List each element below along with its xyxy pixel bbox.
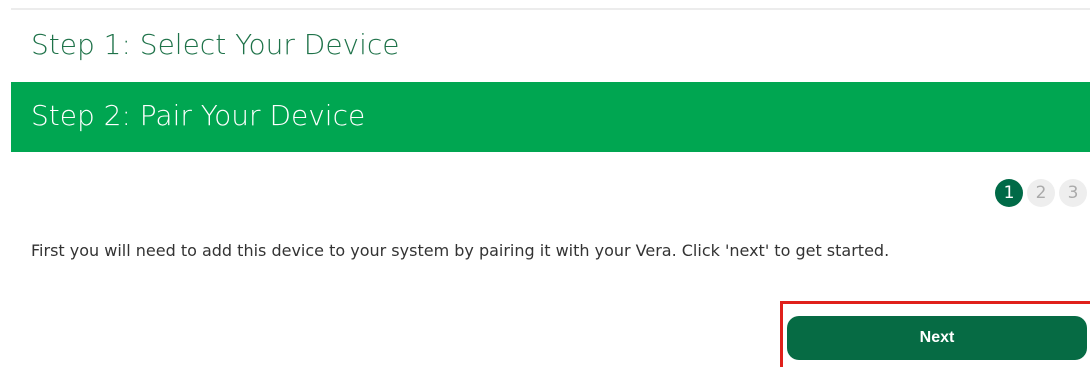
progress-step-1: 1: [995, 179, 1023, 207]
next-button[interactable]: Next: [787, 316, 1087, 360]
progress-step-2: 2: [1027, 179, 1055, 207]
step-2-title: Step 2: Pair Your Device: [31, 99, 366, 132]
step-1-header[interactable]: Step 1: Select Your Device: [11, 10, 1090, 82]
step-1-title: Step 1: Select Your Device: [31, 28, 400, 61]
instruction-text: First you will need to add this device t…: [31, 241, 890, 260]
pairing-wizard: Step 1: Select Your Device Step 2: Pair …: [0, 0, 1090, 367]
progress-step-3: 3: [1059, 179, 1087, 207]
progress-stepper: 1 2 3: [995, 179, 1087, 207]
step-2-header[interactable]: Step 2: Pair Your Device: [11, 82, 1090, 152]
